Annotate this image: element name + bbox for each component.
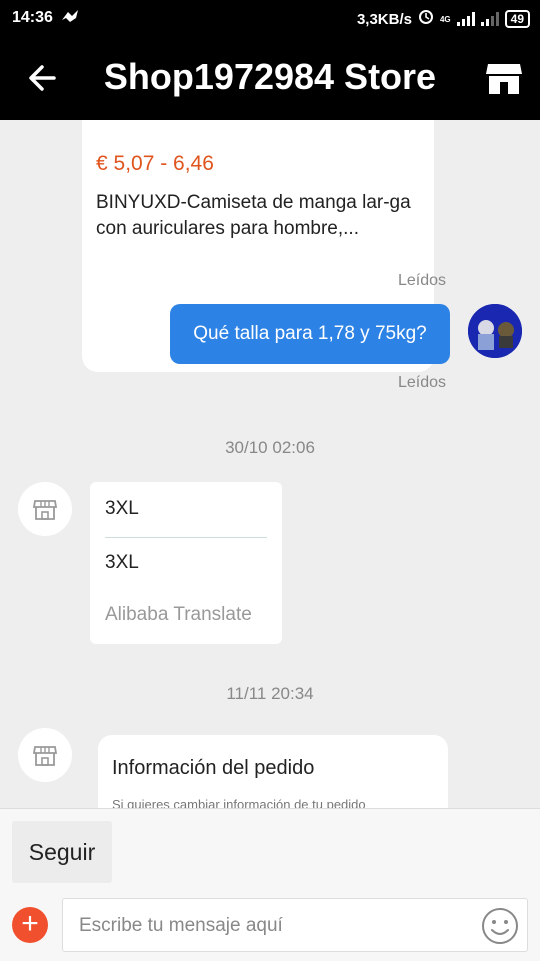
order-info-card[interactable]: Información del pedido Si quieres cambia… — [98, 735, 448, 808]
emoji-button[interactable] — [481, 907, 519, 945]
battery-icon: 49 — [504, 10, 530, 28]
follow-button[interactable]: Seguir — [12, 821, 112, 883]
user-avatar[interactable] — [468, 304, 522, 358]
status-time: 14:36 — [12, 9, 53, 26]
signal-icon-2 — [480, 12, 499, 26]
status-bar: 14:36 3,3KB/s 4G 49 — [0, 0, 540, 36]
translation-provider: Alibaba Translate — [105, 604, 252, 625]
shop-avatar-icon — [32, 500, 58, 520]
outgoing-message[interactable]: Qué talla para 1,78 y 75kg? — [170, 304, 450, 364]
alarm-icon — [418, 9, 434, 29]
product-image — [82, 120, 434, 132]
store-button[interactable] — [484, 58, 524, 98]
translated-text: 3XL — [105, 552, 139, 573]
smiley-icon — [482, 908, 518, 944]
notification-icon — [60, 8, 80, 31]
battery-level: 49 — [510, 12, 524, 26]
app-header: Shop1972984 Store — [0, 36, 540, 120]
order-info-title: Información del pedido — [112, 757, 315, 779]
original-text: 3XL — [105, 498, 139, 519]
shop-avatar[interactable] — [18, 728, 72, 782]
product-price: € 5,07 - 6,46 — [96, 152, 214, 175]
network-speed: 3,3KB/s — [356, 10, 412, 28]
network-type: 4G — [439, 14, 451, 24]
plus-icon[interactable]: + — [12, 907, 48, 943]
translated-message[interactable]: 3XL 3XL Alibaba Translate — [90, 482, 282, 644]
chat-area[interactable]: € 5,07 - 6,46 BINYUXD-Camiseta de manga … — [0, 120, 540, 808]
message-timestamp: 11/11 20:34 — [226, 684, 314, 703]
shop-avatar-icon — [32, 746, 58, 766]
message-timestamp: 30/10 02:06 — [225, 438, 315, 457]
page-title: Shop1972984 Store — [103, 56, 437, 97]
message-input-wrapper — [62, 898, 528, 953]
divider — [105, 537, 267, 538]
read-receipt: Leídos — [397, 272, 446, 289]
order-info-subtitle: Si quieres cambiar información de tu ped… — [112, 797, 366, 808]
signal-icon — [456, 12, 475, 26]
message-input[interactable] — [77, 899, 471, 953]
product-name: BINYUXD-Camiseta de manga lar-ga con aur… — [96, 192, 411, 239]
composer-bar: Seguir + — [0, 808, 540, 961]
shop-avatar[interactable] — [18, 482, 72, 536]
read-receipt: Leídos — [397, 374, 446, 391]
store-icon — [486, 64, 522, 94]
